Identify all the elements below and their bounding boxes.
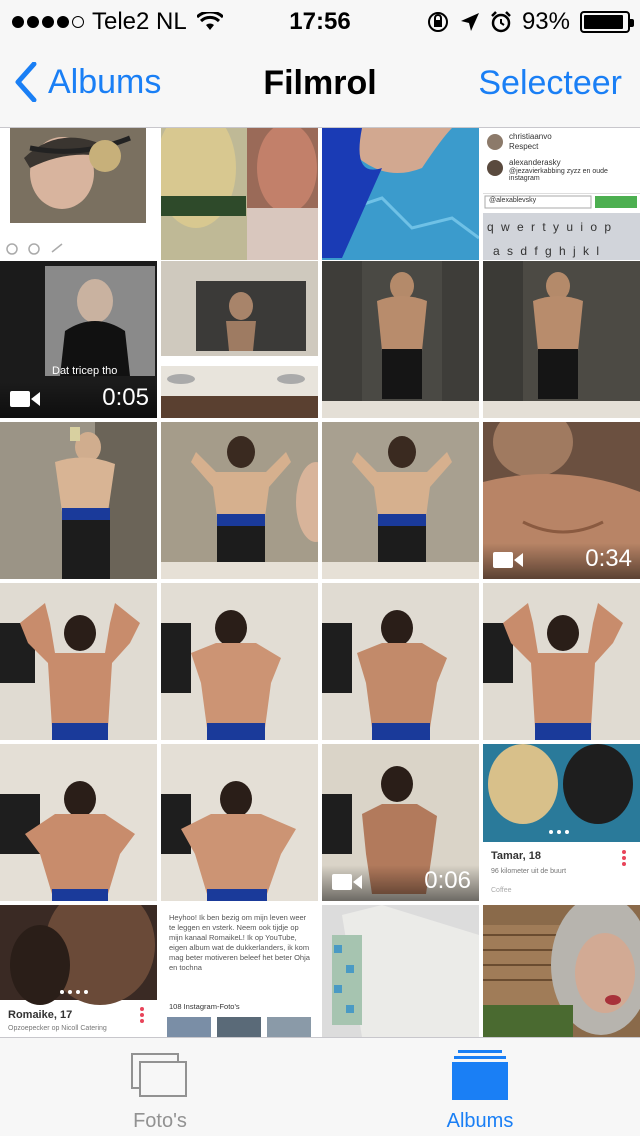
instagram-count: 108 Instagram-Foto's	[169, 1002, 240, 1011]
profile-bio: Heyhoo! Ik ben bezig om mijn leven weer …	[169, 913, 310, 972]
video-camera-icon	[10, 391, 40, 407]
profile-distance: 96 kilometer uit de buurt	[491, 868, 567, 875]
tab-albums[interactable]: Albums	[320, 1038, 640, 1136]
battery-percent: 93%	[521, 8, 570, 35]
photo-thumbnail[interactable]	[483, 905, 640, 1037]
video-duration: 0:34	[585, 545, 632, 572]
photo-grid: christiaanvo Respect alexanderasky @jeza…	[0, 128, 640, 1037]
keyboard-row: q w e r t y u i o p	[487, 220, 614, 234]
dm-username: alexanderasky	[509, 158, 561, 167]
navigation-bar: Albums Filmrol Selecteer	[0, 40, 640, 128]
albums-tab-icon	[452, 1050, 508, 1100]
battery-fill	[584, 15, 624, 29]
select-button[interactable]: Selecteer	[478, 64, 622, 103]
photo-thumbnail[interactable]	[483, 261, 640, 418]
photo-thumbnail[interactable]: christiaanvo Respect alexanderasky @jeza…	[483, 128, 640, 260]
video-camera-icon	[493, 552, 523, 568]
photo-thumbnail[interactable]	[0, 422, 157, 579]
tab-label: Foto's	[133, 1110, 187, 1132]
photo-thumbnail[interactable]: Romaike, 17 Opzoepecker op Nicoll Cateri…	[0, 905, 157, 1037]
dm-message: @jezavierkabbing zyzz en oude instagram	[509, 168, 608, 182]
profile-name: Tamar, 18	[491, 850, 541, 862]
profile-brand: Coffee	[491, 887, 512, 894]
photo-thumbnail[interactable]: Heyhoo! Ik ben bezig om mijn leven weer …	[161, 905, 318, 1037]
photo-thumbnail[interactable]	[0, 583, 157, 740]
photo-thumbnail[interactable]	[322, 583, 479, 740]
alarm-icon	[491, 11, 511, 33]
photo-thumbnail[interactable]	[322, 905, 479, 1037]
video-duration: 0:05	[102, 384, 149, 411]
status-right: 93%	[426, 8, 634, 36]
photo-thumbnail[interactable]	[0, 128, 157, 260]
video-caption: Dat tricep tho	[52, 365, 118, 377]
photo-thumbnail[interactable]	[161, 583, 318, 740]
video-duration: 0:06	[424, 867, 471, 894]
photo-thumbnail[interactable]	[0, 744, 157, 901]
profile-name: Romaike, 17	[8, 1009, 73, 1021]
photo-thumbnail[interactable]	[247, 128, 318, 260]
photo-thumbnail[interactable]	[322, 128, 479, 260]
photo-thumbnail[interactable]: Tamar, 18 96 kilometer uit de buurt Coff…	[483, 744, 640, 901]
rotation-lock-icon	[427, 12, 448, 32]
battery-icon	[580, 11, 634, 33]
photo-thumbnail[interactable]	[161, 422, 318, 579]
photo-thumbnail[interactable]	[322, 422, 479, 579]
tab-photos[interactable]: Foto's	[0, 1038, 320, 1136]
photo-thumbnail[interactable]	[161, 744, 318, 901]
video-thumbnail[interactable]: 0:34	[483, 422, 640, 579]
profile-subtitle: Opzoepecker op Nicoll Catering	[8, 1025, 107, 1032]
video-camera-icon	[332, 874, 362, 890]
video-thumbnail[interactable]: Dat tricep tho 0:05	[0, 261, 157, 418]
photos-tab-icon	[131, 1053, 187, 1097]
video-thumbnail[interactable]: 0:06	[322, 744, 479, 901]
status-bar: Tele2 NL 17:56 93%	[0, 0, 640, 40]
photo-thumbnail[interactable]	[322, 261, 479, 418]
tab-label: Albums	[446, 1110, 514, 1132]
photo-thumbnail[interactable]	[483, 583, 640, 740]
keyboard-row: a s d f g h j k l	[493, 244, 602, 258]
tab-bar: Foto's Albums	[0, 1037, 640, 1136]
photo-thumbnail[interactable]	[161, 261, 318, 418]
location-icon	[460, 13, 479, 31]
dm-username: christiaanvo	[509, 132, 552, 141]
dm-input: @alexablevsky	[489, 197, 537, 204]
dm-message: Respect	[509, 142, 539, 151]
